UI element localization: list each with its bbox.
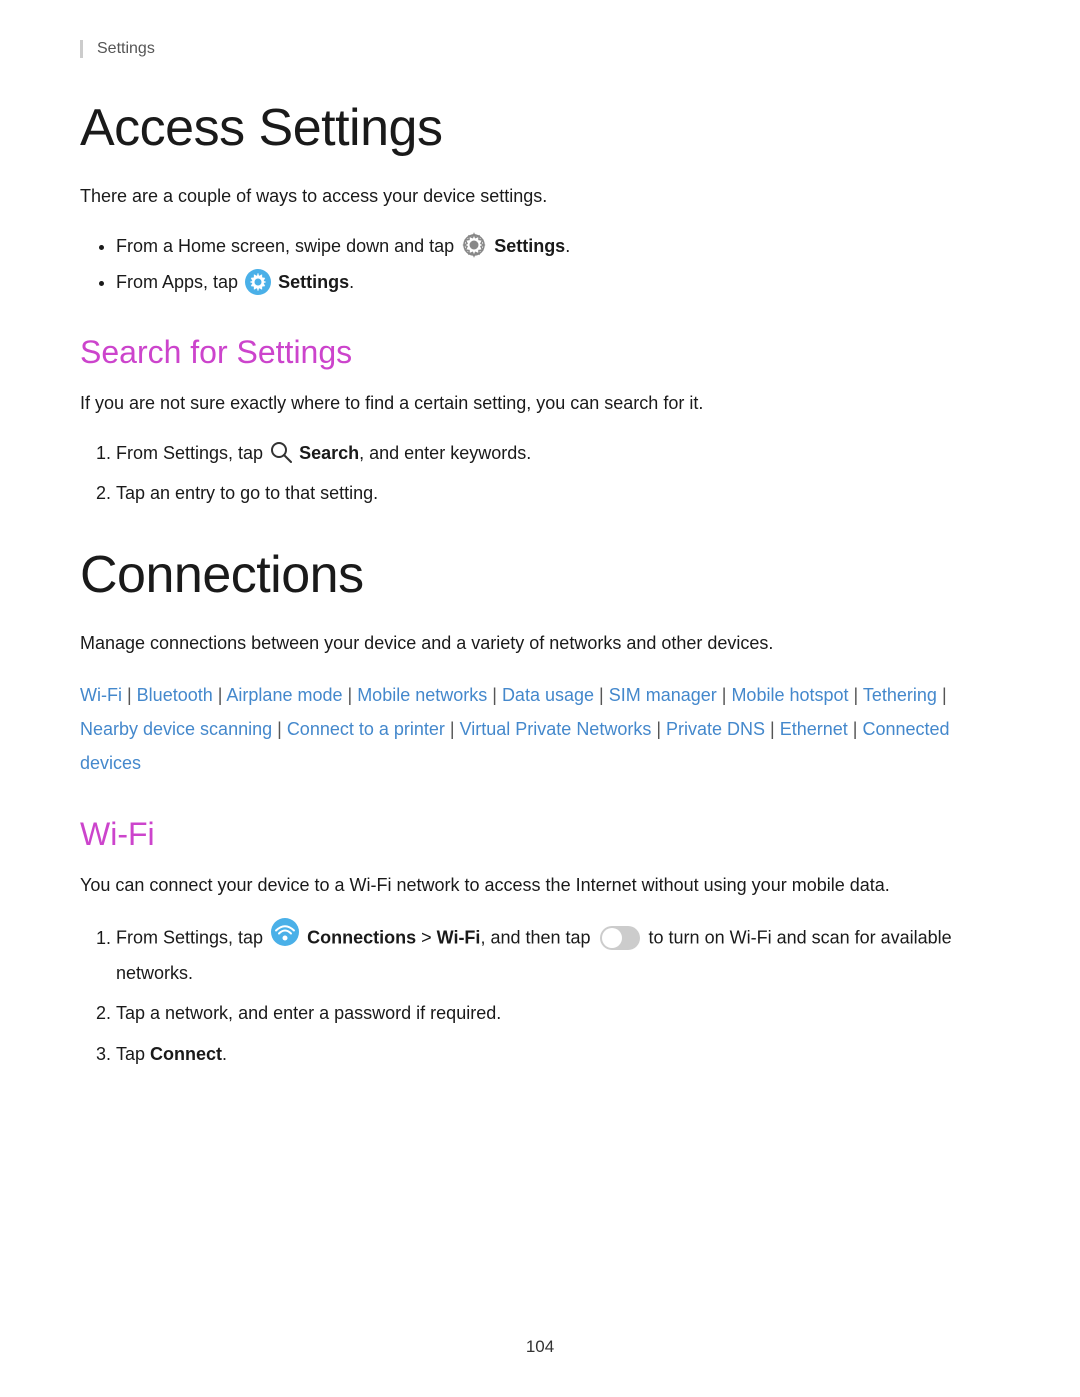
- settings-label-1: Settings: [494, 236, 565, 256]
- separator: |: [445, 719, 460, 739]
- settings-label-2: Settings: [278, 272, 349, 292]
- link-connect-printer[interactable]: Connect to a printer: [287, 719, 445, 739]
- search-settings-intro: If you are not sure exactly where to fin…: [80, 389, 1000, 418]
- search-settings-section: Search for Settings If you are not sure …: [80, 334, 1000, 509]
- link-ethernet[interactable]: Ethernet: [780, 719, 848, 739]
- search-settings-title: Search for Settings: [80, 334, 1000, 371]
- access-settings-title: Access Settings: [80, 98, 1000, 158]
- separator: |: [122, 685, 137, 705]
- list-item: From Settings, tap Search, and enter key…: [116, 438, 1000, 469]
- wifi-steps: From Settings, tap Connections > Wi-Fi, …: [80, 920, 1000, 1069]
- list-item: From Settings, tap Connections > Wi-Fi, …: [116, 920, 1000, 988]
- separator: |: [848, 719, 863, 739]
- wifi-icon: [271, 918, 299, 956]
- breadcrumb: Settings: [80, 40, 1000, 58]
- link-private-dns[interactable]: Private DNS: [666, 719, 765, 739]
- page-number: 104: [0, 1337, 1080, 1357]
- connections-section: Connections Manage connections between y…: [80, 545, 1000, 780]
- link-sim-manager[interactable]: SIM manager: [609, 685, 717, 705]
- list-item: Tap Connect.: [116, 1039, 1000, 1070]
- separator: |: [937, 685, 947, 705]
- link-data-usage[interactable]: Data usage: [502, 685, 594, 705]
- wifi-section: Wi-Fi You can connect your device to a W…: [80, 816, 1000, 1069]
- list-item: From a Home screen, swipe down and tap S…: [116, 231, 1000, 262]
- link-bluetooth[interactable]: Bluetooth: [137, 685, 213, 705]
- access-settings-intro: There are a couple of ways to access you…: [80, 182, 1000, 211]
- toggle-icon: [600, 926, 640, 950]
- connections-label: Connections: [307, 928, 416, 948]
- separator: |: [765, 719, 780, 739]
- link-airplane-mode[interactable]: Airplane mode: [226, 685, 342, 705]
- separator: |: [849, 685, 863, 705]
- connections-title: Connections: [80, 545, 1000, 605]
- gear-icon-gray: [461, 232, 487, 258]
- link-mobile-networks[interactable]: Mobile networks: [357, 685, 487, 705]
- list-item: From Apps, tap Settings.: [116, 267, 1000, 298]
- link-mobile-hotspot[interactable]: Mobile hotspot: [731, 685, 848, 705]
- list-item: Tap an entry to go to that setting.: [116, 478, 1000, 509]
- separator: |: [651, 719, 666, 739]
- wifi-title: Wi-Fi: [80, 816, 1000, 853]
- link-wifi[interactable]: Wi-Fi: [80, 685, 122, 705]
- access-settings-section: Access Settings There are a couple of wa…: [80, 98, 1000, 298]
- connections-links: Wi-Fi | Bluetooth | Airplane mode | Mobi…: [80, 678, 1000, 781]
- separator: |: [487, 685, 502, 705]
- separator: |: [272, 719, 287, 739]
- connections-intro: Manage connections between your device a…: [80, 629, 1000, 658]
- wifi-intro: You can connect your device to a Wi-Fi n…: [80, 871, 1000, 900]
- list-item: Tap a network, and enter a password if r…: [116, 998, 1000, 1029]
- link-nearby-device-scanning[interactable]: Nearby device scanning: [80, 719, 272, 739]
- search-icon: [270, 441, 292, 463]
- link-vpn[interactable]: Virtual Private Networks: [460, 719, 652, 739]
- separator: |: [594, 685, 609, 705]
- connect-label: Connect: [150, 1044, 222, 1064]
- wifi-label: Wi-Fi: [437, 928, 481, 948]
- access-settings-list: From a Home screen, swipe down and tap S…: [80, 231, 1000, 298]
- separator: |: [717, 685, 732, 705]
- separator: |: [213, 685, 227, 705]
- search-settings-steps: From Settings, tap Search, and enter key…: [80, 438, 1000, 509]
- search-label: Search: [299, 443, 359, 463]
- gear-icon-blue: [245, 269, 271, 295]
- separator: |: [343, 685, 358, 705]
- link-tethering[interactable]: Tethering: [863, 685, 937, 705]
